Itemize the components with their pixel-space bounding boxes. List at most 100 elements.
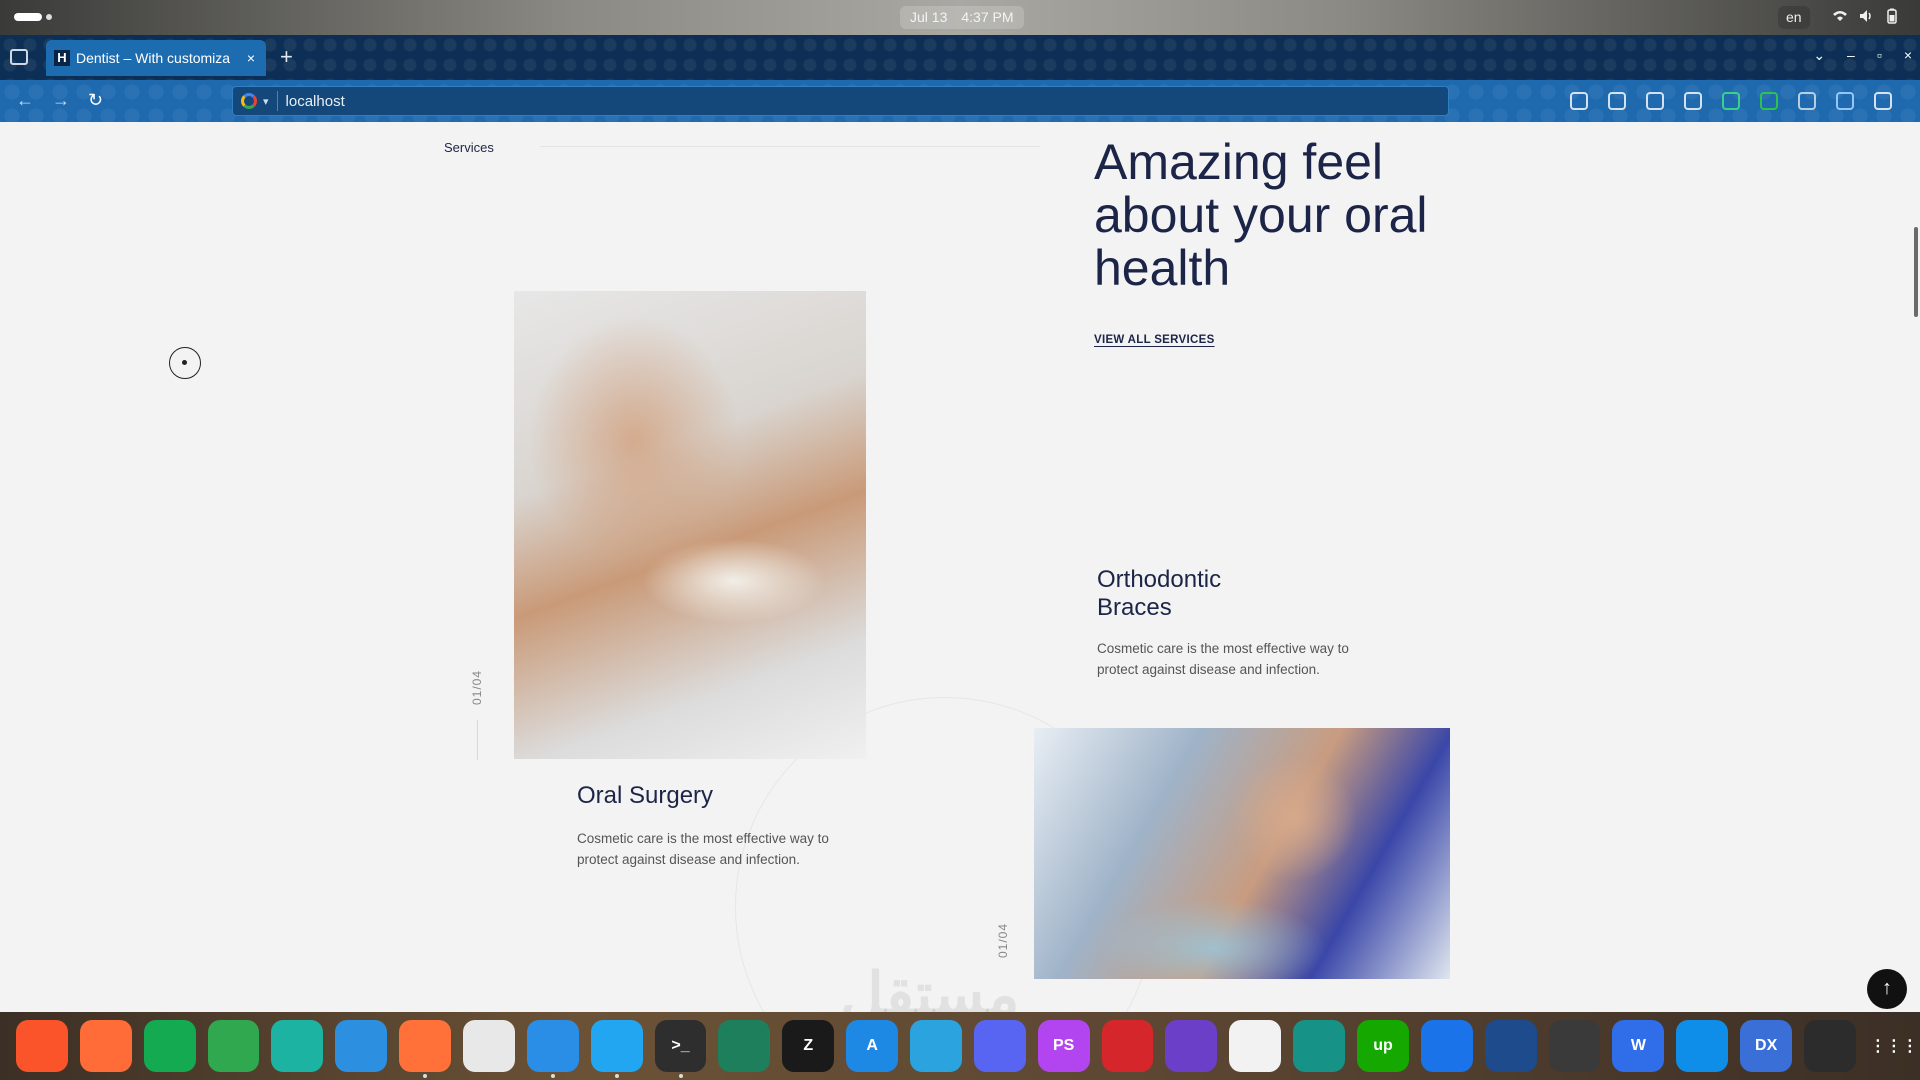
extension-icon[interactable]	[1798, 92, 1816, 110]
webpage: Services Amazing feel about your oral he…	[0, 122, 1920, 1012]
tab-overview-icon[interactable]	[10, 49, 28, 65]
breadcrumb[interactable]: Services	[444, 140, 494, 155]
dock-icon-label: W	[1630, 1037, 1646, 1054]
page-title: Amazing feel about your oral health	[1094, 134, 1428, 296]
discord-icon[interactable]	[973, 1020, 1026, 1072]
service-description: Cosmetic care is the most effective way …	[577, 831, 829, 867]
running-indicator	[550, 1074, 555, 1078]
phpstorm-icon[interactable]: PS	[1037, 1020, 1090, 1072]
extension-icon[interactable]	[1608, 92, 1626, 110]
breadcrumb-divider	[540, 146, 1040, 147]
extension-icons	[1570, 92, 1892, 110]
maximize-button[interactable]: ▫	[1877, 47, 1882, 64]
gitkraken-icon[interactable]	[1293, 1020, 1346, 1072]
running-indicator	[614, 1074, 619, 1078]
service-counter: 01/04	[996, 922, 1010, 958]
obs-icon[interactable]	[1548, 1020, 1601, 1072]
extension-icon[interactable]	[1684, 92, 1702, 110]
chrome-icon[interactable]	[463, 1020, 515, 1072]
image-photo	[514, 291, 866, 759]
back-to-top-button[interactable]: ↑	[1867, 969, 1907, 1009]
clock[interactable]: Jul 13 4:37 PM	[900, 6, 1024, 29]
firefox-icon[interactable]	[399, 1020, 452, 1078]
browser-toolbar: ← → ↻ ▾ localhost	[0, 80, 1920, 122]
activities-button[interactable]	[14, 13, 52, 21]
extension-icon[interactable]	[1722, 92, 1740, 110]
mongodb-compass-icon[interactable]	[143, 1020, 196, 1072]
upwork-icon[interactable]: up	[1357, 1020, 1409, 1072]
orthodontic-braces-image[interactable]	[1034, 728, 1450, 979]
forward-button[interactable]: →	[52, 90, 70, 110]
firefox-dev-icon[interactable]	[335, 1020, 388, 1072]
page-scrollbar[interactable]	[1914, 227, 1918, 317]
service-description: Cosmetic care is the most effective way …	[1097, 641, 1349, 677]
service-title[interactable]: Orthodontic Braces	[1097, 566, 1297, 622]
minimize-button[interactable]: –	[1847, 47, 1855, 64]
extension-icon[interactable]	[1570, 92, 1588, 110]
telegram-icon[interactable]	[910, 1020, 962, 1072]
zed-icon[interactable]: Z	[782, 1020, 835, 1072]
system-tray[interactable]	[1832, 8, 1900, 24]
files-icon[interactable]	[526, 1020, 579, 1078]
address-bar[interactable]: ▾ localhost	[232, 86, 1449, 116]
window-controls: ⌄ – ▫ ×	[1813, 47, 1912, 64]
terminal-icon[interactable]: >_	[654, 1020, 707, 1078]
os-top-bar: Jul 13 4:37 PM en	[0, 0, 1920, 35]
reload-button[interactable]: ↻	[88, 90, 103, 110]
service-title[interactable]: Oral Surgery	[577, 782, 713, 810]
wifi-icon	[1832, 8, 1848, 24]
tab-close-icon[interactable]: ×	[244, 50, 258, 66]
new-tab-button[interactable]: +	[280, 46, 293, 68]
tab-list-icon[interactable]: ⌄	[1813, 47, 1825, 64]
teamviewer-icon[interactable]	[1676, 1020, 1729, 1072]
keyboard-language[interactable]: en	[1778, 6, 1810, 29]
extension-icon[interactable]	[1760, 92, 1778, 110]
postman-icon[interactable]	[79, 1020, 132, 1072]
wps-writer-icon[interactable]: W	[1612, 1020, 1665, 1072]
app-grid-icon[interactable]: ⋮⋮⋮	[1868, 1020, 1920, 1072]
back-button[interactable]: ←	[16, 90, 34, 110]
dock-icon-label: ⋮⋮⋮	[1869, 1038, 1918, 1055]
url-text[interactable]: localhost	[286, 93, 345, 110]
jadx-icon[interactable]: DX	[1740, 1020, 1793, 1072]
running-indicator	[678, 1074, 683, 1078]
thunderbird-icon[interactable]	[1420, 1020, 1473, 1072]
app-purple-icon[interactable]	[1165, 1020, 1218, 1072]
urlbar-divider	[276, 91, 278, 111]
dock-icon-label: DX	[1755, 1037, 1778, 1054]
brave-icon[interactable]	[16, 1020, 68, 1072]
close-window-button[interactable]: ×	[1904, 47, 1912, 64]
workspace-indicator-active	[14, 13, 42, 21]
custom-cursor	[169, 347, 201, 379]
system-monitor-icon[interactable]	[718, 1020, 771, 1072]
running-indicator	[423, 1074, 428, 1078]
extension-icon[interactable]	[1874, 92, 1892, 110]
browser-tabstrip: H Dentist – With customiza × + ⌄ – ▫ ×	[0, 35, 1920, 80]
oral-surgery-image[interactable]	[514, 291, 866, 759]
tab-title: Dentist – With customiza	[76, 50, 231, 66]
workspace-indicator	[46, 14, 52, 20]
opera-icon[interactable]	[1101, 1020, 1154, 1072]
chevron-down-icon[interactable]: ▾	[263, 95, 269, 108]
dock-icon-label: >_	[671, 1037, 690, 1054]
tab-dentist[interactable]: H Dentist – With customiza ×	[46, 40, 266, 76]
inkscape-icon[interactable]	[1229, 1020, 1282, 1072]
image-photo	[1034, 728, 1450, 979]
view-all-services-link[interactable]: VIEW ALL SERVICES	[1094, 334, 1215, 346]
vscode-icon[interactable]	[590, 1020, 643, 1078]
watermark: مستقل	[840, 961, 1020, 1012]
figma-icon[interactable]	[1804, 1020, 1856, 1072]
app-green-icon[interactable]	[207, 1020, 260, 1072]
extension-icon[interactable]	[1646, 92, 1664, 110]
site-favicon-icon: H	[54, 50, 70, 66]
extension-icon[interactable]	[1836, 92, 1854, 110]
volume-icon	[1858, 8, 1874, 24]
app-toggle-icon[interactable]	[1484, 1020, 1537, 1072]
app-store-icon[interactable]: A	[846, 1020, 899, 1072]
dock-icon-label: Z	[803, 1037, 814, 1054]
edge-icon[interactable]	[271, 1020, 324, 1072]
service-counter: 01/04	[470, 669, 484, 705]
search-engine-icon[interactable]	[241, 93, 257, 109]
counter-line	[477, 720, 478, 760]
clock-time: 4:37 PM	[961, 9, 1014, 25]
